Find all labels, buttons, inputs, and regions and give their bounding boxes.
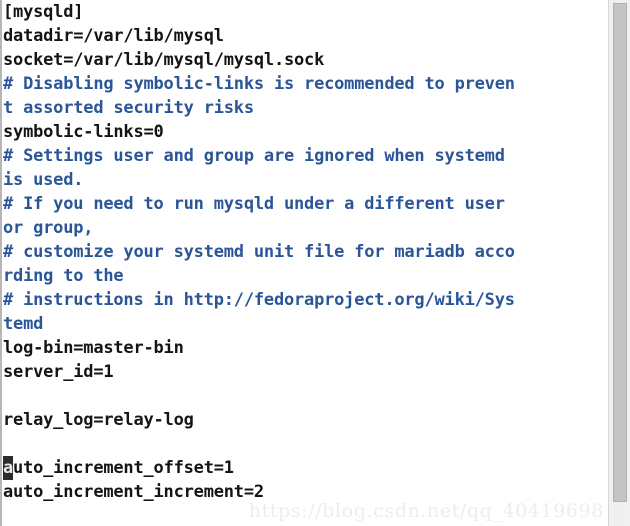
scrollbar-thumb[interactable]	[613, 3, 627, 502]
code-line[interactable]: # instructions in http://fedoraproject.o…	[0, 288, 608, 312]
code-line[interactable]: # customize your systemd unit file for m…	[0, 240, 608, 264]
code-line[interactable]	[0, 384, 608, 408]
code-line[interactable]: # Settings user and group are ignored wh…	[0, 144, 608, 168]
code-line[interactable]: relay_log=relay-log	[0, 408, 608, 432]
code-line[interactable]: auto_increment_increment=2	[0, 480, 608, 504]
editor-left-rule	[0, 0, 2, 526]
code-line[interactable]	[0, 432, 608, 456]
code-line[interactable]: is used.	[0, 168, 608, 192]
code-line[interactable]: or group,	[0, 216, 608, 240]
code-line[interactable]: datadir=/var/lib/mysql	[0, 24, 608, 48]
code-line[interactable]: symbolic-links=0	[0, 120, 608, 144]
code-line[interactable]: socket=/var/lib/mysql/mysql.sock	[0, 48, 608, 72]
code-line[interactable]: [mysqld]	[0, 0, 608, 24]
code-text: uto_increment_offset=1	[13, 458, 234, 478]
text-editor-window: [mysqld] datadir=/var/lib/mysql socket=/va…	[0, 0, 630, 526]
code-line[interactable]: # Disabling symbolic-links is recommende…	[0, 72, 608, 96]
text-cursor: a	[3, 456, 14, 480]
code-line[interactable]: # If you need to run mysqld under a diff…	[0, 192, 608, 216]
code-line[interactable]: temd	[0, 312, 608, 336]
code-line[interactable]: rding to the	[0, 264, 608, 288]
code-line[interactable]: log-bin=master-bin	[0, 336, 608, 360]
vertical-scrollbar[interactable]	[608, 0, 630, 526]
editor-text-area[interactable]: [mysqld] datadir=/var/lib/mysql socket=/va…	[0, 0, 608, 526]
code-line[interactable]: auto_increment_offset=1	[0, 456, 608, 480]
code-line[interactable]: t assorted security risks	[0, 96, 608, 120]
code-line[interactable]: server_id=1	[0, 360, 608, 384]
